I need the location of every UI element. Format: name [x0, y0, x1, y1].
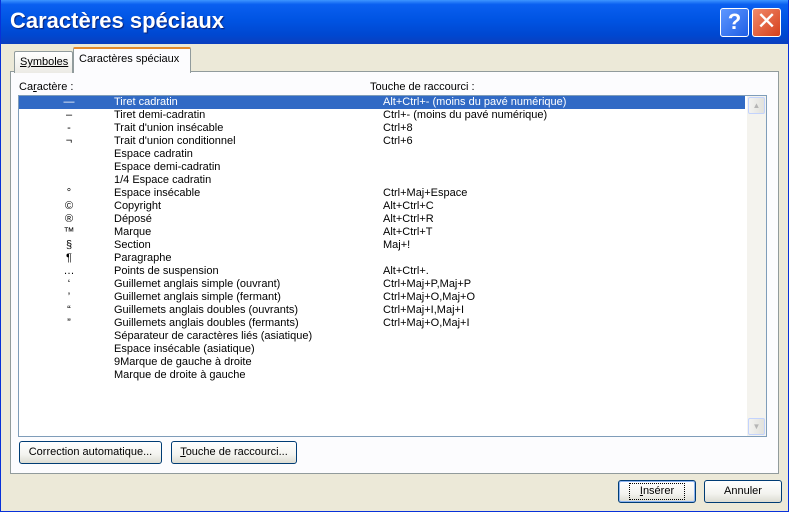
list-item-shortcut: Ctrl+Maj+Espace [383, 187, 468, 199]
list-item[interactable]: - Trait d'union insécable Ctrl+8 [19, 122, 745, 135]
list-item-character: ® [64, 213, 74, 225]
list-item-character: § [65, 239, 73, 251]
list-item-shortcut: Alt+Ctrl+R [383, 213, 434, 225]
list-item-character: ™ [63, 226, 75, 238]
scroll-up-button[interactable]: ▲ [748, 97, 765, 114]
list-item[interactable]: ¶ Paragraphe [19, 252, 745, 265]
list-item-shortcut: Ctrl+Maj+O,Maj+O [383, 291, 475, 303]
list-item-character: ¬ [65, 135, 73, 147]
tab-symbols-label: Symboles [20, 56, 69, 68]
scroll-down-icon: ▼ [752, 422, 761, 431]
list-item-name: Guillemet anglais simple (ouvrant) [114, 278, 281, 290]
list-item[interactable]: Marque de droite à gauche [19, 369, 745, 382]
special-characters-dialog: Caractères spéciaux ? ✕ Symboles Caractè… [0, 0, 789, 512]
list-item-character: ‘ [67, 278, 71, 290]
insert-button[interactable]: Insérer [618, 480, 696, 503]
list-item-name: Points de suspension [114, 265, 219, 277]
list-item-name: Espace insécable [114, 187, 201, 199]
list-item[interactable]: Espace insécable (asiatique) [19, 343, 745, 356]
list-item-name: Guillemets anglais doubles (ouvrants) [114, 304, 299, 316]
list-item[interactable]: ” Guillemets anglais doubles (fermants) Ct… [19, 317, 745, 330]
list-rows: — Tiret cadratin Alt+Ctrl+- (moins du pavé… [19, 96, 745, 382]
list-item-shortcut: Ctrl+6 [383, 135, 413, 147]
list-item-character: — [63, 96, 75, 108]
autocorrect-button[interactable]: Correction automatique... [19, 441, 162, 464]
list-item-shortcut: Alt+Ctrl+- (moins du pavé numérique) [383, 96, 567, 108]
list-item-name: Espace cadratin [114, 148, 193, 160]
list-item-name: Espace demi-cadratin [114, 161, 221, 173]
list-item-shortcut: Alt+Ctrl+T [383, 226, 433, 238]
list-item[interactable]: Espace cadratin [19, 148, 745, 161]
list-item-name: Séparateur de caractères liés (asiatique… [114, 330, 313, 342]
list-item-name: Trait d'union insécable [114, 122, 224, 134]
tab-symbols[interactable]: Symboles [14, 51, 73, 73]
list-item-name: Paragraphe [114, 252, 172, 264]
list-item-character: ° [66, 187, 72, 199]
list-item[interactable]: ¬ Trait d'union conditionnel Ctrl+6 [19, 135, 745, 148]
tab-special-characters[interactable]: Caractères spéciaux [73, 47, 191, 73]
title-bar[interactable]: Caractères spéciaux ? ✕ [1, 0, 788, 44]
list-item-character: – [65, 109, 73, 121]
list-item-character: ” [67, 317, 71, 329]
list-item[interactable]: ° Espace insécable Ctrl+Maj+Espace [19, 187, 745, 200]
list-item-name: Tiret demi-cadratin [114, 109, 206, 121]
list-item-name: Tiret cadratin [114, 96, 178, 108]
tab-special-characters-label: Caractères spéciaux [79, 53, 180, 65]
special-characters-list[interactable]: — Tiret cadratin Alt+Ctrl+- (moins du pavé… [18, 95, 767, 437]
list-item-character: ¶ [66, 252, 72, 264]
cancel-button[interactable]: Annuler [704, 480, 782, 503]
list-item[interactable]: – Tiret demi-cadratin Ctrl+- (moins du pav… [19, 109, 745, 122]
list-item-name: Déposé [114, 213, 152, 225]
list-item[interactable]: ® Déposé Alt+Ctrl+R [19, 213, 745, 226]
list-item-name: Marque [114, 226, 152, 238]
list-item-name: 1/4 Espace cadratin [114, 174, 212, 186]
list-item-shortcut: Ctrl+Maj+O,Maj+I [383, 317, 470, 329]
dialog-title: Caractères spéciaux [10, 8, 225, 33]
shortcut-key-button[interactable]: Touche de raccourci... [171, 441, 297, 464]
scroll-down-button[interactable]: ▼ [748, 418, 765, 435]
list-item-name: Trait d'union conditionnel [114, 135, 236, 147]
list-item[interactable]: Séparateur de caractères liés (asiatique… [19, 330, 745, 343]
scroll-up-icon: ▲ [752, 101, 761, 110]
list-item[interactable]: ‘ Guillemet anglais simple (ouvrant) Ctrl+… [19, 278, 745, 291]
list-item-shortcut: Ctrl+- (moins du pavé numérique) [383, 109, 548, 121]
list-item[interactable]: 1/4 Espace cadratin [19, 174, 745, 187]
list-item-name: Marque de droite à gauche [114, 369, 246, 381]
list-item[interactable]: ’ Guillemet anglais simple (fermant) Ctrl+… [19, 291, 745, 304]
list-item-shortcut: Ctrl+Maj+I,Maj+I [383, 304, 464, 316]
list-item[interactable]: ™ Marque Alt+Ctrl+T [19, 226, 745, 239]
list-item-character: ’ [67, 291, 71, 303]
list-item-shortcut: Alt+Ctrl+C [383, 200, 434, 212]
list-item-character: - [67, 122, 71, 134]
help-button[interactable]: ? [720, 8, 749, 37]
close-button[interactable]: ✕ [752, 8, 781, 37]
insert-button-label: Insérer [628, 483, 686, 500]
list-item-name: Guillemet anglais simple (fermant) [114, 291, 281, 303]
list-item[interactable]: 9Marque de gauche à droite [19, 356, 745, 369]
list-item-shortcut: Maj+! [383, 239, 411, 251]
vertical-scrollbar[interactable]: ▲ ▼ [747, 96, 766, 436]
character-column-header: Caractère : [19, 81, 74, 93]
list-item[interactable]: — Tiret cadratin Alt+Ctrl+- (moins du pavé… [19, 96, 745, 109]
list-item-name: Copyright [114, 200, 162, 212]
list-item[interactable]: “ Guillemets anglais doubles (ouvrants) Ct… [19, 304, 745, 317]
close-icon: ✕ [756, 8, 777, 35]
list-item-shortcut: Alt+Ctrl+. [383, 265, 429, 277]
list-item[interactable]: Espace demi-cadratin [19, 161, 745, 174]
list-item[interactable]: § Section Maj+! [19, 239, 745, 252]
list-item[interactable]: … Points de suspension Alt+Ctrl+. [19, 265, 745, 278]
list-item-character: … [63, 265, 75, 277]
list-item-character: © [64, 200, 74, 212]
list-item-name: Espace insécable (asiatique) [114, 343, 255, 355]
list-item-name: 9Marque de gauche à droite [114, 356, 252, 368]
shortcut-column-header: Touche de raccourci : [370, 81, 475, 93]
list-item-shortcut: Ctrl+Maj+P,Maj+P [383, 278, 472, 290]
list-item[interactable]: © Copyright Alt+Ctrl+C [19, 200, 745, 213]
list-item-name: Guillemets anglais doubles (fermants) [114, 317, 299, 329]
help-icon: ? [727, 9, 742, 34]
list-item-shortcut: Ctrl+8 [383, 122, 413, 134]
list-item-character: “ [67, 304, 71, 316]
list-item-name: Section [114, 239, 151, 251]
